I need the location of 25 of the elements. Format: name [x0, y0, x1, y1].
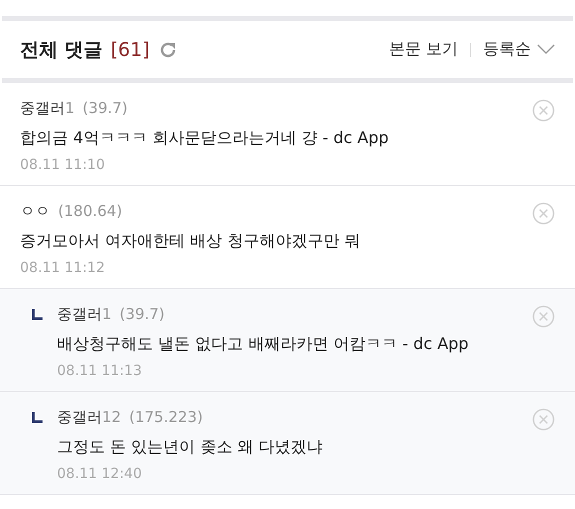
- comment-date: 08.11 12:40: [57, 465, 143, 484]
- ip-address: (175.223): [129, 407, 203, 428]
- comment-count: [61]: [110, 38, 150, 60]
- comment-date: 08.11 11:12: [20, 259, 106, 278]
- view-post-link[interactable]: 본문 보기: [388, 39, 458, 60]
- chevron-down-icon: [537, 44, 555, 55]
- delete-icon[interactable]: [532, 305, 555, 328]
- nickname: 중갤러 12: [57, 407, 122, 428]
- delete-icon[interactable]: [532, 408, 555, 431]
- comment-text: 배상청구해도 낼돈 없다고 배째라카면 어캄ㅋㅋ - dc App: [57, 333, 470, 355]
- ip-address: (39.7): [120, 304, 165, 325]
- comment-text: 증거모아서 여자애한테 배상 청구해야겠구만 뭐: [20, 230, 362, 252]
- comment-date: 08.11 11:10: [20, 156, 106, 175]
- section-title: 전체 댓글: [20, 38, 103, 62]
- nickname: ㅇㅇ: [20, 201, 50, 222]
- delete-icon[interactable]: [532, 99, 555, 122]
- comment-text: 그정도 돈 있는년이 좆소 왜 다녔겠냐: [57, 436, 324, 458]
- nickname: 중갤러 1: [57, 304, 112, 325]
- comment-date: 08.11 11:13: [57, 362, 143, 381]
- delete-icon[interactable]: [532, 202, 555, 225]
- comment-text: 합의금 4억ㅋㅋㅋ 회사문닫으라는거네 걍 - dc App: [20, 127, 390, 149]
- nickname: 중갤러 1: [20, 98, 75, 119]
- sort-dropdown[interactable]: 등록순: [483, 39, 555, 60]
- ip-address: (39.7): [82, 98, 128, 119]
- ip-address: (180.64): [58, 201, 122, 222]
